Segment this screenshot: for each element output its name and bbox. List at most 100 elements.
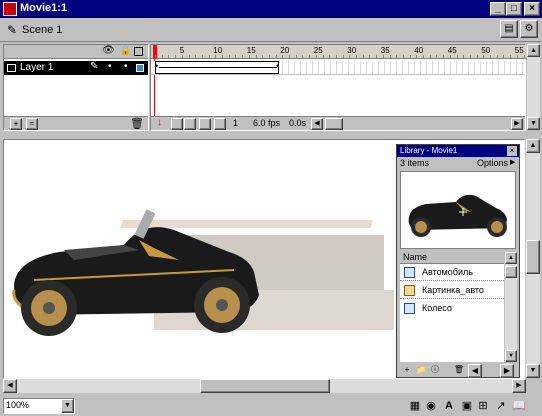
- library-panel-icon[interactable]: 📖: [512, 399, 526, 413]
- ruler-tick: [423, 55, 424, 59]
- ruler-tick: [496, 55, 498, 59]
- ruler-label: 55: [514, 46, 524, 55]
- rear-wheel: [21, 280, 77, 336]
- zoom-dropdown-arrow-icon[interactable]: ▼: [61, 399, 74, 413]
- maximize-button[interactable]: □: [506, 2, 522, 16]
- ruler-tick: [315, 55, 317, 59]
- stage-vscroll-up[interactable]: ▲: [526, 139, 540, 153]
- layer-icon: [7, 64, 16, 72]
- edit-symbol-button[interactable]: ⚙: [520, 20, 538, 38]
- ruler-tick: [416, 55, 418, 59]
- ruler-label: 10: [213, 46, 223, 55]
- library-options-menu[interactable]: Options: [477, 158, 508, 168]
- lock-icon[interactable]: 🔒: [120, 45, 131, 56]
- scene-bar: ✎ Scene 1 ▤ ⚙: [0, 18, 542, 42]
- onion-outline-button[interactable]: [184, 118, 196, 130]
- library-vscroll-down[interactable]: ▼: [505, 350, 517, 362]
- ruler-tick: [389, 55, 391, 59]
- library-title[interactable]: Library - Movie1: [397, 145, 519, 157]
- actions-panel-icon[interactable]: ↗: [494, 399, 508, 413]
- end-keyframe-icon[interactable]: •: [276, 61, 279, 71]
- zoom-select[interactable]: 100% ▼: [3, 398, 75, 414]
- eye-icon[interactable]: 👁: [102, 45, 115, 56]
- status-bar: 100% ▼ ▦ ◉ A ▣ ⊞ ↗ 📖: [0, 396, 542, 416]
- ruler-label: 45: [447, 46, 457, 55]
- ruler-tick: [483, 55, 485, 59]
- stage-hscroll-left[interactable]: ◀: [3, 379, 17, 393]
- visible-dot-icon[interactable]: •: [108, 61, 112, 72]
- timeline-vscroll-track[interactable]: [527, 57, 540, 117]
- ruler-tick: [382, 55, 384, 59]
- fill-panel-icon[interactable]: ◉: [424, 399, 438, 413]
- properties-icon[interactable]: ⓘ: [428, 364, 442, 378]
- library-hscroll-right[interactable]: ▶: [500, 364, 514, 378]
- timeline-hscroll-right[interactable]: ▶: [511, 118, 523, 130]
- edit-multiple-button[interactable]: [199, 118, 211, 130]
- new-folder-icon[interactable]: 📁: [414, 364, 428, 378]
- ruler-tick: [208, 55, 210, 59]
- timeline-vscroll-down[interactable]: ▼: [527, 117, 540, 130]
- ruler-tick: [396, 55, 398, 59]
- text-panel-icon[interactable]: A: [442, 399, 456, 413]
- ruler-tick: [469, 55, 471, 59]
- layer-row[interactable]: Layer 1 ✎ • •: [4, 61, 148, 75]
- center-frame-icon[interactable]: ↓: [157, 117, 162, 128]
- library-item[interactable]: Колесо: [400, 300, 504, 317]
- info-panel-icon[interactable]: ▦: [408, 399, 422, 413]
- close-button[interactable]: ×: [524, 2, 540, 16]
- library-column-header[interactable]: Name: [400, 252, 504, 264]
- stage-hscroll-thumb[interactable]: [200, 379, 330, 393]
- library-column-name[interactable]: Name: [403, 252, 427, 262]
- ruler-tick: [476, 55, 478, 59]
- frame-row[interactable]: • •: [151, 61, 525, 75]
- ruler-tick: [362, 55, 364, 59]
- stage-hscroll-right[interactable]: ▶: [512, 379, 526, 393]
- library-item[interactable]: Картинка_авто: [400, 282, 504, 299]
- frame-ruler[interactable]: 5 10 15 20 25 30 35 40 45 50 55: [151, 45, 527, 59]
- stage-vscroll-thumb[interactable]: [526, 240, 540, 274]
- movieclip-icon: [404, 303, 415, 314]
- trash-icon[interactable]: 🗑: [130, 117, 144, 130]
- ruler-label: 35: [380, 46, 390, 55]
- layer-name[interactable]: Layer 1: [20, 62, 53, 73]
- library-hscroll-left[interactable]: ◀: [468, 364, 482, 378]
- timeline-hscroll-left[interactable]: ◀: [311, 118, 323, 130]
- new-symbol-icon[interactable]: +: [400, 364, 414, 378]
- edit-scene-button[interactable]: ▤: [500, 20, 518, 38]
- onion-markers-button[interactable]: [214, 118, 226, 130]
- library-item-name: Колесо: [422, 303, 452, 313]
- ruler-tick: [195, 55, 197, 59]
- stage-vscroll-down[interactable]: ▼: [526, 364, 540, 378]
- car-animation[interactable]: [4, 190, 404, 370]
- frames-footer: ↓ 1 6.0 fps 0.0s ◀ ▶: [151, 116, 525, 130]
- delete-icon[interactable]: 🗑: [452, 364, 466, 378]
- library-close-icon[interactable]: ×: [507, 146, 517, 156]
- timeline-hscroll-thumb[interactable]: [325, 118, 343, 130]
- library-vscroll[interactable]: ▲ ▼: [505, 252, 517, 362]
- timeline-vscroll-up[interactable]: ▲: [527, 44, 540, 57]
- layers-footer: + ≈ 🗑: [4, 116, 148, 130]
- ruler-label: 50: [481, 46, 491, 55]
- add-guide-button[interactable]: ≈: [26, 118, 38, 130]
- outline-icon[interactable]: [134, 47, 143, 56]
- minimize-button[interactable]: _: [490, 2, 506, 16]
- onion-skin-button[interactable]: [171, 118, 183, 130]
- layer-color-icon[interactable]: [136, 64, 144, 72]
- align-panel-icon[interactable]: ⊞: [476, 399, 490, 413]
- instance-panel-icon[interactable]: ▣: [460, 399, 474, 413]
- library-item[interactable]: Автомобиль: [400, 264, 504, 281]
- scene-label[interactable]: Scene 1: [22, 24, 62, 36]
- library-preview: [400, 171, 516, 249]
- ruler-tick: [456, 55, 458, 59]
- library-vscroll-up[interactable]: ▲: [505, 252, 517, 264]
- library-options-arrow-icon[interactable]: ▶: [510, 158, 515, 166]
- layers-header: 👁 🔒: [4, 45, 148, 59]
- elapsed-time: 0.0s: [289, 118, 307, 128]
- lock-dot-icon[interactable]: •: [124, 61, 128, 72]
- library-vscroll-thumb[interactable]: [505, 266, 517, 278]
- frame-rate: 6.0 fps: [253, 118, 281, 128]
- add-layer-button[interactable]: +: [10, 118, 22, 130]
- start-keyframe-icon[interactable]: •: [155, 61, 158, 71]
- frames-panel: 5 10 15 20 25 30 35 40 45 50 55 • • ↓ 1 6.0 fps 0.…: [150, 44, 527, 131]
- ruler-tick: [309, 55, 311, 59]
